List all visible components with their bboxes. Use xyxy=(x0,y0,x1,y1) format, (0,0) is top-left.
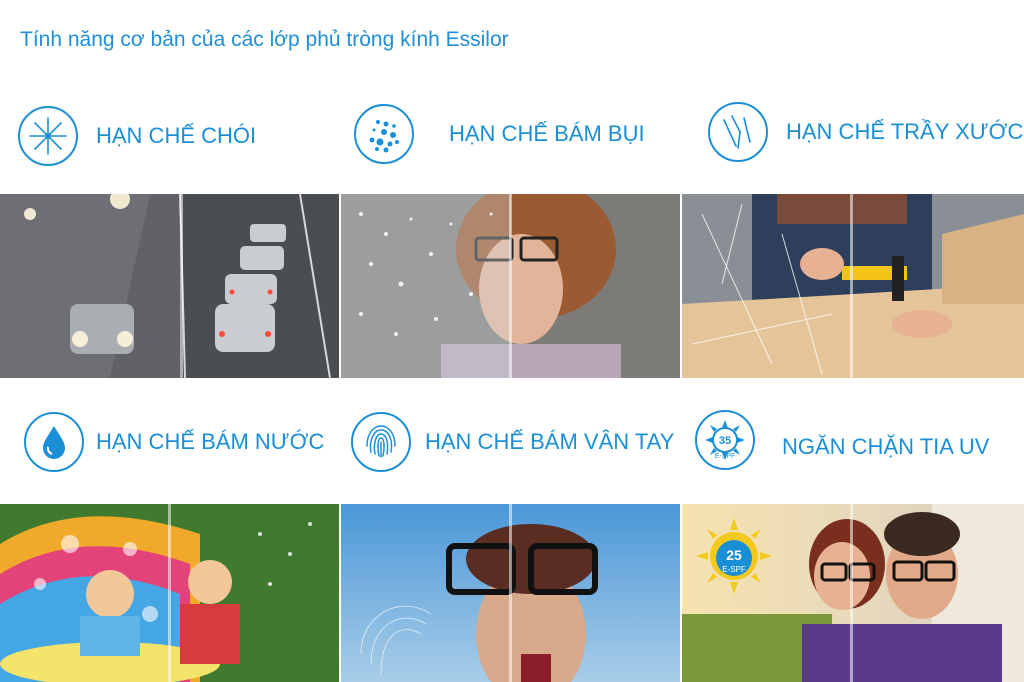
dust-dots-icon xyxy=(354,104,414,164)
uv-photo-number: 25 xyxy=(726,547,742,563)
feature-label-scratch: HẠN CHẾ TRẦY XƯỚC xyxy=(786,119,1024,144)
comparison-divider xyxy=(509,504,512,682)
uv-photo-text: E-SPF xyxy=(722,565,746,574)
feature-label-uv: NGĂN CHẶN TIA UV xyxy=(782,434,990,459)
uv-icon-text: E-SPF xyxy=(715,453,736,460)
feature-label-glare: HẠN CHẾ CHÓI xyxy=(96,123,257,148)
uv-icon-number: 35 xyxy=(719,435,731,447)
water-photo xyxy=(0,504,339,682)
feature-label-dust: HẠN CHẾ BÁM BỤI xyxy=(449,121,645,146)
feature-fingerprint: HẠN CHẾ BÁM VÂN TAY xyxy=(351,412,674,472)
scratch-photo xyxy=(682,194,1024,378)
fingerprint-photo xyxy=(341,504,680,682)
feature-scratch: HẠN CHẾ TRẦY XƯỚC xyxy=(708,102,1023,162)
feature-glare: HẠN CHẾ CHÓI xyxy=(18,106,256,166)
comparison-divider xyxy=(168,504,171,682)
feature-uv: 35 E-SPF NGĂN CHẶN TIA UV xyxy=(695,410,989,470)
scratch-lines-icon xyxy=(708,102,768,162)
feature-dust: HẠN CHẾ BÁM BỤI xyxy=(354,104,645,164)
feature-label-water: HẠN CHẾ BÁM NƯỚC xyxy=(96,429,325,454)
comparison-divider xyxy=(850,504,853,682)
sun-espf-icon: 35 E-SPF xyxy=(695,410,755,470)
comparison-divider xyxy=(509,194,512,378)
dust-photo xyxy=(341,194,680,378)
espf-badge-graphic: 25 E-SPF xyxy=(696,518,772,594)
water-drop-icon xyxy=(24,412,84,472)
glare-photo xyxy=(0,194,339,378)
page-title: Tính năng cơ bản của các lớp phủ tròng k… xyxy=(20,28,509,51)
glare-star-icon xyxy=(18,106,78,166)
feature-water: HẠN CHẾ BÁM NƯỚC xyxy=(24,412,324,472)
comparison-divider xyxy=(850,194,853,378)
uv-photo: 25 E-SPF xyxy=(682,504,1024,682)
comparison-divider xyxy=(180,194,183,378)
fingerprint-icon xyxy=(351,412,411,472)
feature-label-fingerprint: HẠN CHẾ BÁM VÂN TAY xyxy=(425,429,675,454)
